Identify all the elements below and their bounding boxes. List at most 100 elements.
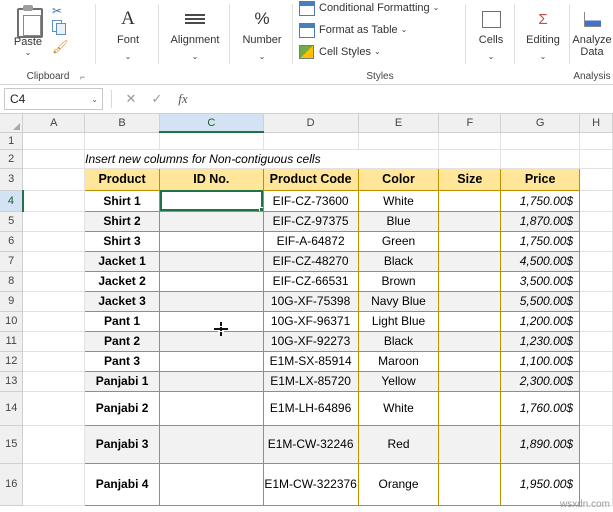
cell-G1[interactable] [500, 132, 581, 150]
row-header-13[interactable]: 13 [0, 371, 24, 392]
th-product[interactable]: Product [84, 167, 160, 191]
format-as-table-button[interactable]: Format as Table ⌄ [298, 19, 407, 40]
cell-size-12[interactable] [438, 424, 502, 464]
cell-price-1[interactable]: 1,750.00$ [500, 189, 581, 212]
cell-code-2[interactable]: EIF-CZ-97375 [262, 210, 359, 232]
formula-input[interactable] [202, 89, 609, 109]
cell-product-5[interactable]: Jacket 2 [84, 270, 160, 292]
cell-code-4[interactable]: EIF-CZ-48270 [262, 250, 359, 272]
cell-product-4[interactable]: Jacket 1 [84, 250, 160, 272]
cell-size-6[interactable] [438, 290, 502, 312]
cell-A4[interactable] [22, 190, 86, 212]
analyze-data-button[interactable]: Analyze Data [571, 4, 613, 58]
cell-size-4[interactable] [438, 250, 502, 272]
clipboard-dialog-launcher[interactable]: ⌐ [80, 72, 85, 82]
col-header-D[interactable]: D [263, 114, 359, 133]
copy-button[interactable] [52, 20, 70, 37]
cell-H9[interactable] [579, 291, 613, 312]
cell-product-8[interactable]: Pant 2 [84, 330, 160, 352]
cell-color-8[interactable]: Black [357, 330, 440, 352]
cell-size-13[interactable] [438, 462, 502, 506]
cell-H13[interactable] [579, 371, 613, 392]
cell-price-3[interactable]: 1,750.00$ [500, 230, 581, 252]
cell-styles-button[interactable]: Cell Styles ⌄ [298, 41, 381, 62]
editing-caret-icon[interactable]: ⌄ [540, 52, 547, 61]
cell-product-2[interactable]: Shirt 2 [84, 210, 160, 232]
th-product-code[interactable]: Product Code [262, 167, 359, 191]
cell-A5[interactable] [22, 211, 86, 232]
cell-id-2[interactable] [159, 210, 264, 232]
cell-A13[interactable] [22, 371, 86, 392]
cell-id-8[interactable] [159, 330, 264, 352]
row-header-8[interactable]: 8 [0, 271, 24, 292]
cell-H2[interactable] [579, 149, 613, 169]
cell-H10[interactable] [579, 311, 613, 332]
cell-id-7[interactable] [159, 310, 264, 332]
cell-A15[interactable] [22, 425, 86, 464]
col-header-H[interactable]: H [579, 114, 613, 133]
cell-color-1[interactable]: White [357, 189, 440, 212]
cell-G2[interactable] [500, 149, 581, 169]
cell-code-5[interactable]: EIF-CZ-66531 [262, 270, 359, 292]
cell-A11[interactable] [22, 331, 86, 352]
row-header-3[interactable]: 3 [0, 168, 24, 191]
select-all-corner[interactable] [0, 114, 24, 133]
cell-product-7[interactable]: Pant 1 [84, 310, 160, 332]
cell-id-13[interactable] [159, 462, 264, 506]
cut-button[interactable]: ✂ [52, 2, 70, 19]
cell-size-2[interactable] [438, 210, 502, 232]
cell-id-5[interactable] [159, 270, 264, 292]
cell-F2[interactable] [438, 149, 502, 169]
cell-code-3[interactable]: EIF-A-64872 [262, 230, 359, 252]
cell-color-13[interactable]: Orange [357, 462, 440, 506]
cell-H11[interactable] [579, 331, 613, 352]
row-header-7[interactable]: 7 [0, 251, 24, 272]
cell-id-4[interactable] [159, 250, 264, 272]
cell-product-1[interactable]: Shirt 1 [84, 189, 160, 212]
th-id-no[interactable]: ID No. [159, 167, 264, 191]
cell-F1[interactable] [438, 132, 502, 150]
cell-product-6[interactable]: Jacket 3 [84, 290, 160, 312]
cell-size-5[interactable] [438, 270, 502, 292]
cell-H1[interactable] [579, 132, 613, 150]
col-header-G[interactable]: G [500, 114, 581, 133]
cell-E1[interactable] [358, 132, 440, 150]
font-button[interactable]: A Font ⌄ [97, 4, 159, 64]
cell-color-4[interactable]: Black [357, 250, 440, 272]
cell-size-8[interactable] [438, 330, 502, 352]
alignment-caret-icon[interactable]: ⌄ [192, 52, 199, 61]
cell-product-10[interactable]: Panjabi 1 [84, 370, 160, 392]
cells-button[interactable]: Cells ⌄ [467, 4, 515, 64]
cell-color-12[interactable]: Red [357, 424, 440, 464]
cell-size-7[interactable] [438, 310, 502, 332]
cell-price-11[interactable]: 1,760.00$ [500, 390, 581, 426]
paste-caret-icon[interactable]: ⌄ [6, 48, 50, 57]
cell-price-5[interactable]: 3,500.00$ [500, 270, 581, 292]
cell-A10[interactable] [22, 311, 86, 332]
cell-product-11[interactable]: Panjabi 2 [84, 390, 160, 426]
cell-code-11[interactable]: E1M-LH-64896 [262, 390, 359, 426]
cell-H14[interactable] [579, 391, 613, 426]
row-header-14[interactable]: 14 [0, 391, 24, 426]
cell-color-11[interactable]: White [357, 390, 440, 426]
cell-size-1[interactable] [438, 189, 502, 212]
conditional-formatting-button[interactable]: Conditional Formatting ⌄ [298, 0, 439, 18]
cell-price-6[interactable]: 5,500.00$ [500, 290, 581, 312]
cell-price-9[interactable]: 1,100.00$ [500, 350, 581, 372]
cell-size-11[interactable] [438, 390, 502, 426]
insert-function-button[interactable]: fx [170, 91, 196, 107]
cell-code-8[interactable]: 10G-XF-92273 [262, 330, 359, 352]
row-header-10[interactable]: 10 [0, 311, 24, 332]
cell-color-6[interactable]: Navy Blue [357, 290, 440, 312]
row-header-2[interactable]: 2 [0, 149, 24, 169]
cell-code-1[interactable]: EIF-CZ-73600 [262, 189, 359, 212]
cell-price-8[interactable]: 1,230.00$ [500, 330, 581, 352]
alignment-button[interactable]: Alignment ⌄ [160, 4, 230, 64]
cell-H12[interactable] [579, 351, 613, 372]
cell-price-2[interactable]: 1,870.00$ [500, 210, 581, 232]
cell-code-9[interactable]: E1M-SX-85914 [262, 350, 359, 372]
cell-product-3[interactable]: Shirt 3 [84, 230, 160, 252]
row-header-6[interactable]: 6 [0, 231, 24, 252]
cell-A14[interactable] [22, 391, 86, 426]
cell-A1[interactable] [22, 132, 86, 150]
